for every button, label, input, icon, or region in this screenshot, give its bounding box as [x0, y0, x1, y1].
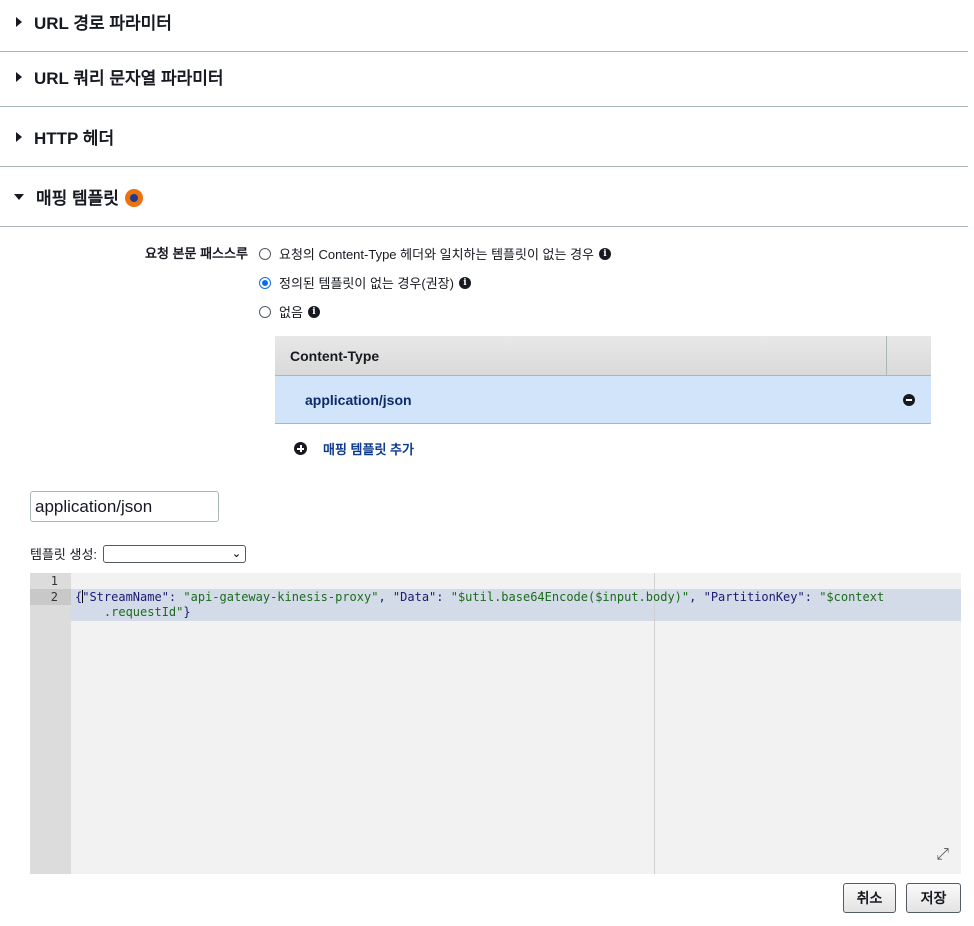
passthrough-option-when-no-match[interactable]: 요청의 Content-Type 헤더와 일치하는 템플릿이 없는 경우 i [259, 244, 611, 263]
info-icon[interactable]: i [458, 276, 471, 289]
caret-right-icon [16, 71, 22, 82]
line-number: 1 [50, 574, 58, 588]
section-title: HTTP 헤더 [34, 129, 115, 148]
code-token: "StreamName": [82, 590, 184, 604]
code-string: "api-gateway-kinesis-proxy" [183, 590, 379, 604]
cancel-button[interactable]: 취소 [843, 883, 896, 913]
radio-button-checked[interactable] [259, 276, 271, 289]
section-url-path-params[interactable]: URL 경로 파라미터 [0, 0, 968, 52]
caret-right-icon [16, 131, 22, 142]
chevron-down-icon: ⌄ [231, 547, 242, 560]
code-token: , "PartitionKey": [689, 590, 820, 604]
generate-template-row: 템플릿 생성: ⌄ [30, 544, 247, 563]
add-circle-icon [294, 442, 307, 455]
code-string: "$context [819, 590, 885, 604]
code-line: {"StreamName": "api-gateway-kinesis-prox… [75, 590, 884, 604]
expand-icon[interactable]: ⤢ [936, 846, 949, 864]
generate-template-select[interactable]: ⌄ [103, 544, 247, 563]
caret-down-icon [14, 193, 24, 200]
passthrough-option-when-no-templates[interactable]: 정의된 템플릿이 없는 경우(권장) i [259, 273, 471, 292]
caret-right-icon [16, 16, 22, 27]
content-type-table: Content-Type application/json [275, 336, 931, 424]
section-mapping-templates[interactable]: 매핑 템플릿 [0, 167, 968, 227]
save-button[interactable]: 저장 [906, 883, 961, 913]
radio-label: 없음 [279, 305, 303, 320]
add-mapping-template-label: 매핑 템플릿 추가 [323, 442, 414, 457]
code-string: .requestId" [75, 605, 184, 619]
line-number: 2 [50, 590, 58, 604]
code-token: } [183, 605, 191, 619]
section-url-query-params[interactable]: URL 쿼리 문자열 파라미터 [0, 47, 968, 107]
radio-button[interactable] [259, 305, 271, 318]
template-code-editor[interactable]: 1 2 {"StreamName": "api-gateway-kinesis-… [30, 573, 961, 874]
column-header-content-type: Content-Type [290, 347, 380, 364]
add-mapping-template-link[interactable]: 매핑 템플릿 추가 [294, 439, 414, 458]
passthrough-option-never[interactable]: 없음 i [259, 302, 320, 321]
radio-label: 정의된 템플릿이 없는 경우(권장) [279, 276, 454, 291]
radio-label: 요청의 Content-Type 헤더와 일치하는 템플릿이 없는 경우 [279, 247, 594, 262]
section-title: URL 경로 파라미터 [34, 14, 172, 33]
table-row[interactable]: application/json [275, 376, 931, 424]
info-icon[interactable]: i [599, 247, 611, 260]
content-type-value: application/json [305, 391, 412, 408]
section-title: URL 쿼리 문자열 파라미터 [34, 69, 224, 88]
generate-template-label: 템플릿 생성: [30, 547, 98, 562]
content-type-input[interactable] [30, 491, 219, 522]
editor-gutter [30, 573, 71, 874]
column-divider [886, 336, 887, 376]
table-header: Content-Type [275, 336, 931, 376]
code-string: "$util.base64Encode($input.body)" [450, 590, 690, 604]
section-http-headers[interactable]: HTTP 헤더 [0, 107, 968, 167]
radio-button[interactable] [259, 247, 271, 260]
code-line-wrapped: .requestId"} [75, 605, 191, 619]
print-margin [654, 573, 655, 874]
passthrough-label: 요청 본문 패스스루 [145, 246, 248, 261]
remove-circle-icon[interactable] [903, 393, 915, 406]
info-icon[interactable]: i [307, 305, 320, 318]
section-title: 매핑 템플릿 [36, 189, 119, 208]
code-token: , "Data": [378, 590, 451, 604]
changed-indicator-icon [124, 188, 143, 207]
